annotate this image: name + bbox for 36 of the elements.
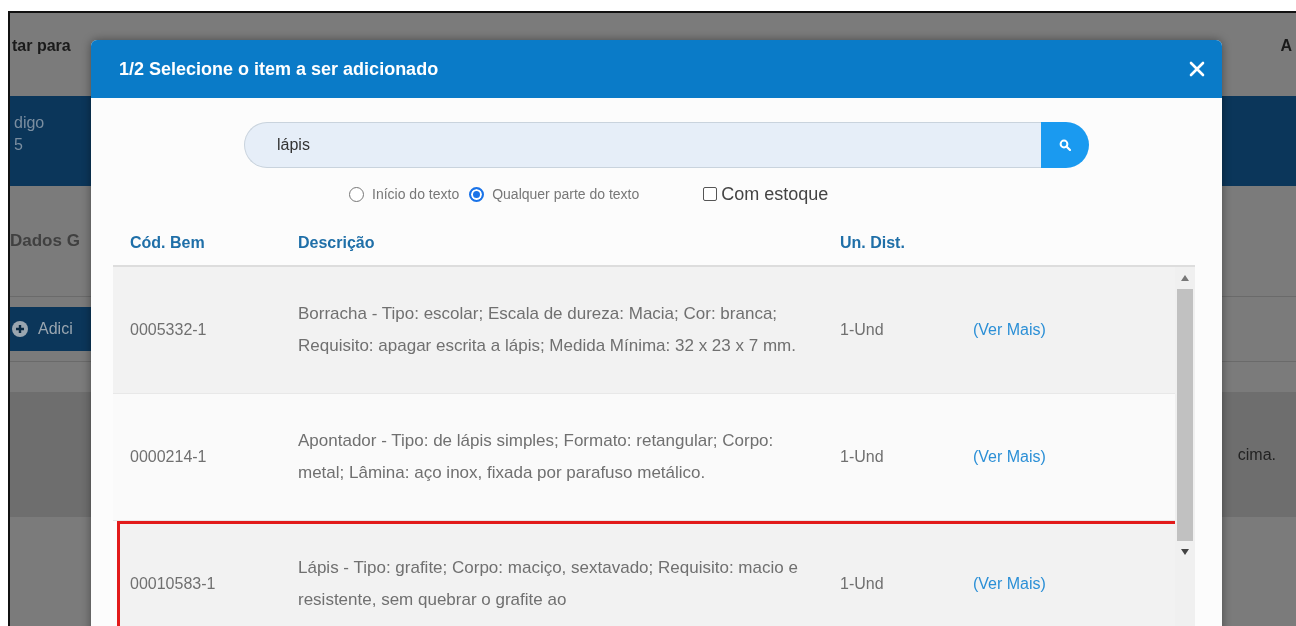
- toolbar-text: A: [1280, 37, 1292, 55]
- table-cell-text: Apontador - Tipo: de lápis simples; Formato: retangular; Corpo: metal; Lâmina: aço inox, fixada por parafuso metálico.: [298, 430, 775, 484]
- plus-circle-icon: [12, 321, 28, 337]
- column-header: Descrição: [298, 234, 376, 253]
- radio-option[interactable]: Qualquer parte do texto: [469, 186, 640, 202]
- see-more-link[interactable]: (Ver Mais): [973, 321, 1175, 339]
- table-cell-text: 1-Und: [840, 575, 885, 593]
- table-cell-text: Lápis - Tipo: grafite; Corpo: maciço, sextavado; Requisito: macio e resistente, sem quebrar o grafite ao: [298, 557, 799, 611]
- scrollbar[interactable]: [1175, 267, 1195, 626]
- section-title: Dados G: [10, 231, 80, 251]
- header-value: 5: [14, 135, 23, 155]
- toolbar-text: tar para: [12, 37, 71, 55]
- see-more-link[interactable]: (Ver Mais): [973, 448, 1175, 466]
- see-more-link[interactable]: (Ver Mais): [973, 575, 1175, 593]
- search-field[interactable]: lápis: [244, 122, 1041, 168]
- radio-option[interactable]: Início do texto: [349, 186, 460, 202]
- table-cell-text: 0000214-1: [130, 448, 208, 466]
- search-icon: [1059, 139, 1071, 151]
- column-header: Cód. Bem: [130, 234, 206, 253]
- column-header: Un. Dist.: [840, 234, 906, 253]
- table-cell-text: 0005332-1: [130, 321, 208, 339]
- table-cell-text: 1-Und: [840, 448, 885, 466]
- table-row[interactable]: 00010583-1 Lápis - Tipo: grafite; Corpo: maciço, sextavado; Requisito: macio e resistente, sem quebrar o grafite ao 1-Und (Ver Mais): [117, 521, 1175, 626]
- search-button[interactable]: [1041, 122, 1089, 168]
- scroll-down-icon[interactable]: [1181, 549, 1189, 555]
- close-icon[interactable]: [1189, 61, 1205, 77]
- checkbox-option[interactable]: Com estoque: [703, 183, 829, 205]
- message-text: cima.: [1237, 445, 1276, 464]
- header-label: digo: [14, 113, 45, 133]
- table-cell-text: 1-Und: [840, 321, 885, 339]
- scrollbar-thumb[interactable]: [1177, 289, 1193, 541]
- table-cell-text: 00010583-1: [130, 575, 217, 593]
- table-cell-text: Borracha - Tipo: escolar; Escala de dureza: Macia; Cor: branca; Requisito: apagar escrita a lápis; Medida Mínima: 32 x 23 x 7 mm.: [298, 303, 797, 357]
- scroll-up-icon[interactable]: [1181, 275, 1189, 281]
- table-row[interactable]: 0005332-1 Borracha - Tipo: escolar; Escala de dureza: Macia; Cor: branca; Requisito: apagar escrita a lápis; Medida Mínima: 32 x 23 x 7 mm. 1-Und (Ver Mais): [113, 267, 1175, 394]
- dialog-title: 1/2 Selecione o item a ser adicionado: [119, 58, 439, 80]
